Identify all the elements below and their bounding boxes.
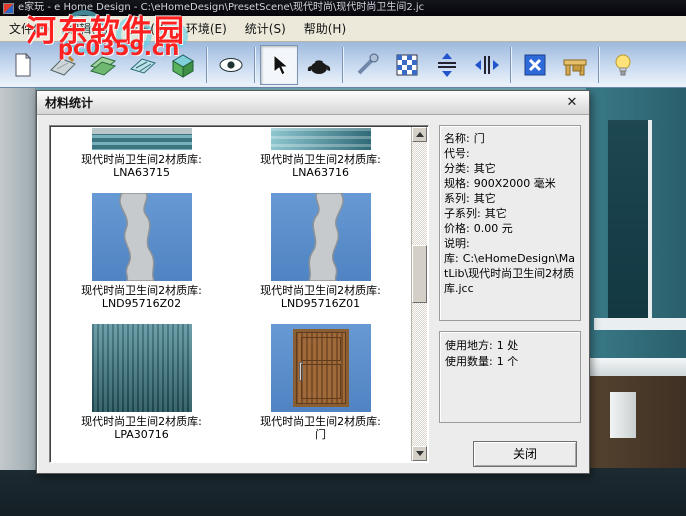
close-button[interactable]: 关闭 [473, 441, 577, 467]
info-value: 0.00 元 [474, 222, 513, 235]
info-label: 名称: [444, 132, 470, 145]
menu-file[interactable]: 文件(F) [0, 20, 58, 37]
view-eye-icon[interactable] [212, 45, 250, 85]
info-value: C:\eHomeDesign\MatLib\现代时尚卫生间2材质库.jcc [444, 252, 575, 295]
material-library-label: 现代时尚卫生间2材质库: [260, 415, 381, 428]
dialog-close-icon[interactable]: ✕ [563, 94, 581, 112]
usage-panel: 使用地方: 1 处 使用数量: 1 个 [439, 331, 581, 423]
material-item[interactable]: 现代时尚卫生间2材质库: LPA30716 [52, 310, 231, 441]
dialog-title: 材料统计 [45, 94, 93, 111]
door-texture [293, 329, 349, 407]
scroll-up-icon[interactable] [412, 127, 427, 142]
toolbar [0, 42, 686, 88]
info-value: 900X2000 毫米 [474, 177, 556, 190]
scroll-down-icon[interactable] [412, 446, 427, 461]
material-row: 现代时尚卫生间2材质库: LNA63715 现代时尚卫生间2材质库: LNA63… [52, 128, 410, 179]
light-bulb-icon[interactable] [604, 45, 642, 85]
info-label: 库: [444, 252, 459, 265]
material-library-label: 现代时尚卫生间2材质库: [260, 153, 381, 166]
window-title: e家玩 - e Home Design - C:\eHomeDesign\Pre… [18, 0, 424, 16]
material-code-label: LND95716Z02 [102, 297, 181, 310]
material-item[interactable]: 现代时尚卫生间2材质库: LND95716Z01 [231, 179, 410, 310]
delete-material-icon[interactable] [516, 45, 554, 85]
dialog-titlebar[interactable]: 材料统计 ✕ [37, 91, 589, 115]
material-thumbnail [92, 193, 192, 281]
new-document-icon[interactable] [4, 45, 42, 85]
material-code-label: 门 [315, 428, 326, 441]
info-label: 规格: [444, 177, 470, 190]
wall-plan-icon[interactable] [124, 45, 162, 85]
toolbar-separator [254, 47, 256, 83]
list-scrollbar[interactable] [411, 127, 427, 461]
shelf [594, 318, 686, 330]
material-row: 现代时尚卫生间2材质库: LPA30716 现代时尚卫生间2材质库: 门 [52, 310, 410, 441]
usage-value: 1 处 [497, 339, 519, 352]
material-item[interactable]: 现代时尚卫生间2材质库: LNA63716 [231, 128, 410, 179]
menu-environment[interactable]: 环境(E) [177, 20, 236, 37]
app-icon [3, 3, 14, 14]
info-value: 其它 [474, 192, 496, 205]
drawing-board-icon[interactable] [44, 45, 82, 85]
furniture-desk-icon[interactable] [556, 45, 594, 85]
toolbar-separator [598, 47, 600, 83]
material-item[interactable]: 现代时尚卫生间2材质库: 门 [231, 310, 410, 441]
info-value: 其它 [474, 162, 496, 175]
mirror [608, 120, 652, 330]
toolbar-separator [206, 47, 208, 83]
usage-label: 使用地方: [445, 339, 493, 352]
material-library-label: 现代时尚卫生间2材质库: [260, 284, 381, 297]
menubar: 文件(F) 编辑(E) 查看(V) 环境(E) 统计(S) 帮助(H) [0, 16, 686, 42]
material-library-label: 现代时尚卫生间2材质库: [81, 284, 202, 297]
material-checker-icon[interactable] [388, 45, 426, 85]
material-thumbnail [271, 128, 371, 150]
select-cursor-icon[interactable] [260, 45, 298, 85]
material-thumbnail [92, 324, 192, 412]
material-code-label: LNA63715 [113, 166, 170, 179]
info-label: 价格: [444, 222, 470, 235]
material-thumbnail [92, 128, 192, 150]
material-list: 现代时尚卫生间2材质库: LNA63715 现代时尚卫生间2材质库: LNA63… [52, 128, 410, 460]
menu-edit[interactable]: 编辑(E) [58, 20, 117, 37]
info-label: 分类: [444, 162, 470, 175]
info-value: 门 [474, 132, 485, 145]
material-thumbnail [271, 193, 371, 281]
info-label: 子系列: [444, 207, 481, 220]
material-code-label: LNA63716 [292, 166, 349, 179]
usage-label: 使用数量: [445, 355, 493, 368]
dialog-body: 现代时尚卫生间2材质库: LNA63715 现代时尚卫生间2材质库: LNA63… [37, 115, 589, 473]
material-listbox[interactable]: 现代时尚卫生间2材质库: LNA63715 现代时尚卫生间2材质库: LNA63… [49, 125, 429, 463]
material-code-label: LPA30716 [114, 428, 169, 441]
menu-help[interactable]: 帮助(H) [295, 20, 355, 37]
material-statistics-dialog: 材料统计 ✕ 现代时尚卫生间2材质库: LNA63715 现代时尚卫生间2材质库… [36, 90, 590, 474]
material-row: 现代时尚卫生间2材质库: LND95716Z02 现代时尚卫生间2材质库: LN… [52, 179, 410, 310]
scrollbar-thumb[interactable] [412, 245, 427, 303]
screw-tool-icon[interactable] [348, 45, 386, 85]
material-library-label: 现代时尚卫生间2材质库: [81, 415, 202, 428]
menu-view[interactable]: 查看(V) [117, 20, 177, 37]
material-info-panel: 名称: 门 代号: 分类: 其它 规格: 900X2000 毫米 系列: 其它 子系列:… [439, 125, 581, 321]
window-titlebar[interactable]: e家玩 - e Home Design - C:\eHomeDesign\Pre… [0, 0, 686, 16]
floor-layers-icon[interactable] [84, 45, 122, 85]
align-horizontal-icon[interactable] [468, 45, 506, 85]
render-teapot-icon[interactable] [300, 45, 338, 85]
info-label: 代号: [444, 147, 470, 160]
toolbar-separator [342, 47, 344, 83]
towel [610, 392, 636, 438]
material-item[interactable]: 现代时尚卫生间2材质库: LND95716Z02 [52, 179, 231, 310]
door-handle [299, 362, 303, 381]
info-label: 说明: [444, 237, 470, 250]
toolbar-separator [510, 47, 512, 83]
info-label: 系列: [444, 192, 470, 205]
align-vertical-icon[interactable] [428, 45, 466, 85]
room-3d-icon[interactable] [164, 45, 202, 85]
menu-statistics[interactable]: 统计(S) [236, 20, 295, 37]
info-value: 其它 [485, 207, 507, 220]
usage-value: 1 个 [497, 355, 519, 368]
material-library-label: 现代时尚卫生间2材质库: [81, 153, 202, 166]
material-item[interactable]: 现代时尚卫生间2材质库: LNA63715 [52, 128, 231, 179]
material-thumbnail [271, 324, 371, 412]
material-code-label: LND95716Z01 [281, 297, 360, 310]
